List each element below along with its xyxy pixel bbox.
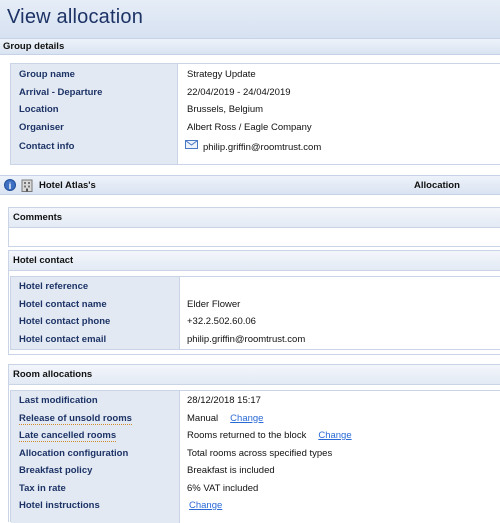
hotel-contact-title: Hotel contact xyxy=(13,255,74,266)
comments-panel: Comments xyxy=(8,207,500,247)
envelope-icon xyxy=(185,140,198,149)
hotel-building-icon xyxy=(21,179,33,192)
location-label: Location xyxy=(19,104,59,115)
page-title: View allocation xyxy=(7,6,144,28)
organiser-row: Organiser Albert Ross / Eagle Company xyxy=(11,119,500,137)
hotel-instructions-row: Hotel instructions Change xyxy=(11,497,500,515)
comments-header: Comments xyxy=(9,208,500,228)
comments-title: Comments xyxy=(13,212,63,223)
group-details-title: Group details xyxy=(3,41,65,52)
hotel-reference-row: Hotel reference xyxy=(11,278,500,296)
tax-in-rate-value: 6% VAT included xyxy=(187,482,259,494)
breakfast-policy-row: Breakfast policy Breakfast is included xyxy=(11,462,500,480)
contact-info-value[interactable]: philip.griffin@roomtrust.com xyxy=(203,142,321,153)
release-unsold-value-wrap: Manual Change xyxy=(187,413,263,424)
location-row: Location Brussels, Belgium xyxy=(11,101,500,119)
last-modification-row: Last modification 28/12/2018 15:17 xyxy=(11,392,500,410)
arrival-departure-label: Arrival - Departure xyxy=(19,86,103,98)
tax-in-rate-label: Tax in rate xyxy=(19,482,66,494)
page-header: View allocation xyxy=(0,0,500,38)
hotel-instructions-label: Hotel instructions xyxy=(19,500,100,511)
hotel-contact-header: Hotel contact xyxy=(9,251,500,271)
room-allocations-table: Last modification 28/12/2018 15:17 Relea… xyxy=(10,390,500,523)
release-unsold-row: Release of unsold rooms Manual Change xyxy=(11,410,500,428)
arrival-departure-row: Arrival - Departure 22/04/2019 - 24/04/2… xyxy=(11,84,500,102)
hotel-contact-table: Hotel reference Hotel contact name Elder… xyxy=(10,276,500,350)
hotel-reference-label: Hotel reference xyxy=(19,281,89,292)
late-cancelled-change-link[interactable]: Change xyxy=(318,430,351,441)
allocation-configuration-row: Allocation configuration Total rooms acr… xyxy=(11,445,500,463)
breakfast-policy-label: Breakfast policy xyxy=(19,465,93,476)
allocation-configuration-value: Total rooms across specified types xyxy=(187,447,333,459)
hotel-contact-phone-row: Hotel contact phone +32.2.502.60.06 xyxy=(11,313,500,331)
organiser-value: Albert Ross / Eagle Company xyxy=(187,121,312,133)
group-details-header: Group details xyxy=(0,38,500,55)
location-value: Brussels, Belgium xyxy=(187,104,264,115)
hotel-contact-email-value: philip.griffin@roomtrust.com xyxy=(187,333,306,345)
hotel-contact-phone-value: +32.2.502.60.06 xyxy=(187,316,256,327)
room-allocations-title: Room allocations xyxy=(13,369,93,380)
group-name-label: Group name xyxy=(19,69,75,80)
hotel-contact-email-row: Hotel contact email philip.griffin@roomt… xyxy=(11,331,500,349)
organiser-label: Organiser xyxy=(19,121,64,133)
hotel-bar: i Hotel Atlas's Allocation xyxy=(0,175,500,195)
hotel-contact-name-row: Hotel contact name Elder Flower xyxy=(11,296,500,314)
breakfast-policy-value: Breakfast is included xyxy=(187,465,275,476)
late-cancelled-value-wrap: Rooms returned to the block Change xyxy=(187,430,352,441)
tax-in-rate-row: Tax in rate 6% VAT included xyxy=(11,480,500,498)
hotel-contact-name-label: Hotel contact name xyxy=(19,298,107,310)
hotel-instructions-change-link[interactable]: Change xyxy=(189,500,222,511)
group-name-value: Strategy Update xyxy=(187,69,256,80)
contact-info-row: Contact info philip.griffin@roomtrust.co… xyxy=(11,138,500,156)
group-details-table: Group name Strategy Update Arrival - Dep… xyxy=(10,63,500,165)
info-icon[interactable]: i xyxy=(4,179,16,191)
last-modification-label: Last modification xyxy=(19,395,98,406)
contact-info-label: Contact info xyxy=(19,141,75,152)
hotel-contact-phone-label: Hotel contact phone xyxy=(19,316,111,327)
room-allocations-header: Room allocations xyxy=(9,365,500,385)
late-cancelled-row: Late cancelled rooms Rooms returned to t… xyxy=(11,427,500,445)
allocation-column-header: Allocation xyxy=(414,180,460,191)
release-unsold-change-link[interactable]: Change xyxy=(230,413,263,424)
release-unsold-value: Manual xyxy=(187,412,219,424)
group-name-row: Group name Strategy Update xyxy=(11,66,500,84)
hotel-instructions-value-wrap: Change xyxy=(187,500,222,511)
hotel-contact-email-label: Hotel contact email xyxy=(19,333,107,345)
late-cancelled-value: Rooms returned to the block xyxy=(187,430,307,441)
release-unsold-label[interactable]: Release of unsold rooms xyxy=(19,413,132,425)
last-modification-value: 28/12/2018 15:17 xyxy=(187,395,261,406)
arrival-departure-value: 22/04/2019 - 24/04/2019 xyxy=(187,86,291,98)
hotel-name: Hotel Atlas's xyxy=(39,180,96,191)
late-cancelled-label[interactable]: Late cancelled rooms xyxy=(19,430,117,442)
allocation-configuration-label: Allocation configuration xyxy=(19,447,129,459)
hotel-contact-name-value: Elder Flower xyxy=(187,298,241,310)
